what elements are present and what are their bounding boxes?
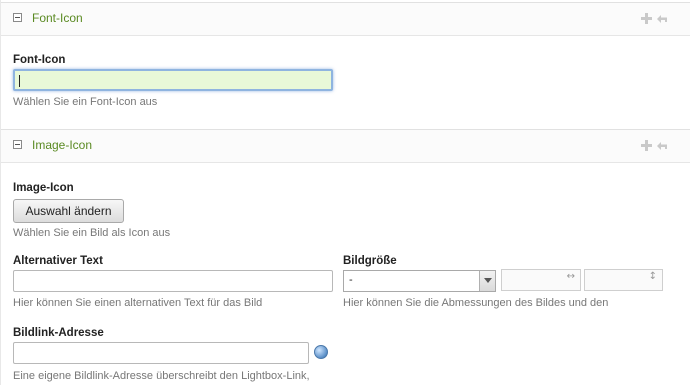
font-icon-hint: Wählen Sie ein Font-Icon aus xyxy=(13,96,158,108)
alt-text-input[interactable] xyxy=(13,270,333,292)
image-icon-hint: Wählen Sie ein Bild als Icon aus xyxy=(13,227,171,239)
vertical-arrows-icon: ↕ xyxy=(648,271,657,282)
alt-text-hint: Hier können Sie einen alternativen Text … xyxy=(13,297,263,309)
text-caret xyxy=(19,75,20,87)
undo-arrow-icon[interactable] xyxy=(655,140,669,151)
alt-text-label: Alternativer Text xyxy=(13,255,103,267)
undo-arrow-icon[interactable] xyxy=(655,13,669,24)
image-size-selected: - xyxy=(349,274,353,286)
horizontal-arrows-icon: ↔ xyxy=(566,271,575,282)
image-size-select[interactable]: - xyxy=(343,270,496,292)
chevron-down-icon[interactable] xyxy=(479,271,495,291)
section-title[interactable]: Image-Icon xyxy=(32,138,92,152)
section-actions xyxy=(641,140,671,152)
section-title[interactable]: Font-Icon xyxy=(32,11,83,25)
change-selection-button[interactable]: Auswahl ändern xyxy=(13,199,124,223)
plus-icon[interactable] xyxy=(641,13,652,24)
image-link-label: Bildlink-Adresse xyxy=(13,327,104,339)
section-actions xyxy=(641,13,671,25)
content-panel: Font-Icon Font-Icon Wählen Sie ein Font-… xyxy=(0,0,691,385)
collapse-icon[interactable] xyxy=(13,13,22,22)
font-icon-section-header[interactable]: Font-Icon xyxy=(1,2,690,36)
image-link-hint: Eine eigene Bildlink-Adresse überschreib… xyxy=(13,370,310,382)
image-size-label: Bildgröße xyxy=(343,255,397,267)
font-icon-input[interactable] xyxy=(13,69,333,91)
image-width-input[interactable]: ↔ xyxy=(501,269,581,291)
image-size-hint: Hier können Sie die Abmessungen des Bild… xyxy=(343,297,609,309)
globe-icon[interactable] xyxy=(314,345,328,359)
image-icon-label: Image-Icon xyxy=(13,182,74,194)
image-height-input[interactable]: ↕ xyxy=(584,269,663,291)
font-icon-label: Font-Icon xyxy=(13,54,66,66)
image-link-input[interactable] xyxy=(13,342,309,364)
image-icon-section-header[interactable]: Image-Icon xyxy=(1,129,690,163)
collapse-icon[interactable] xyxy=(13,140,22,149)
plus-icon[interactable] xyxy=(641,140,652,151)
